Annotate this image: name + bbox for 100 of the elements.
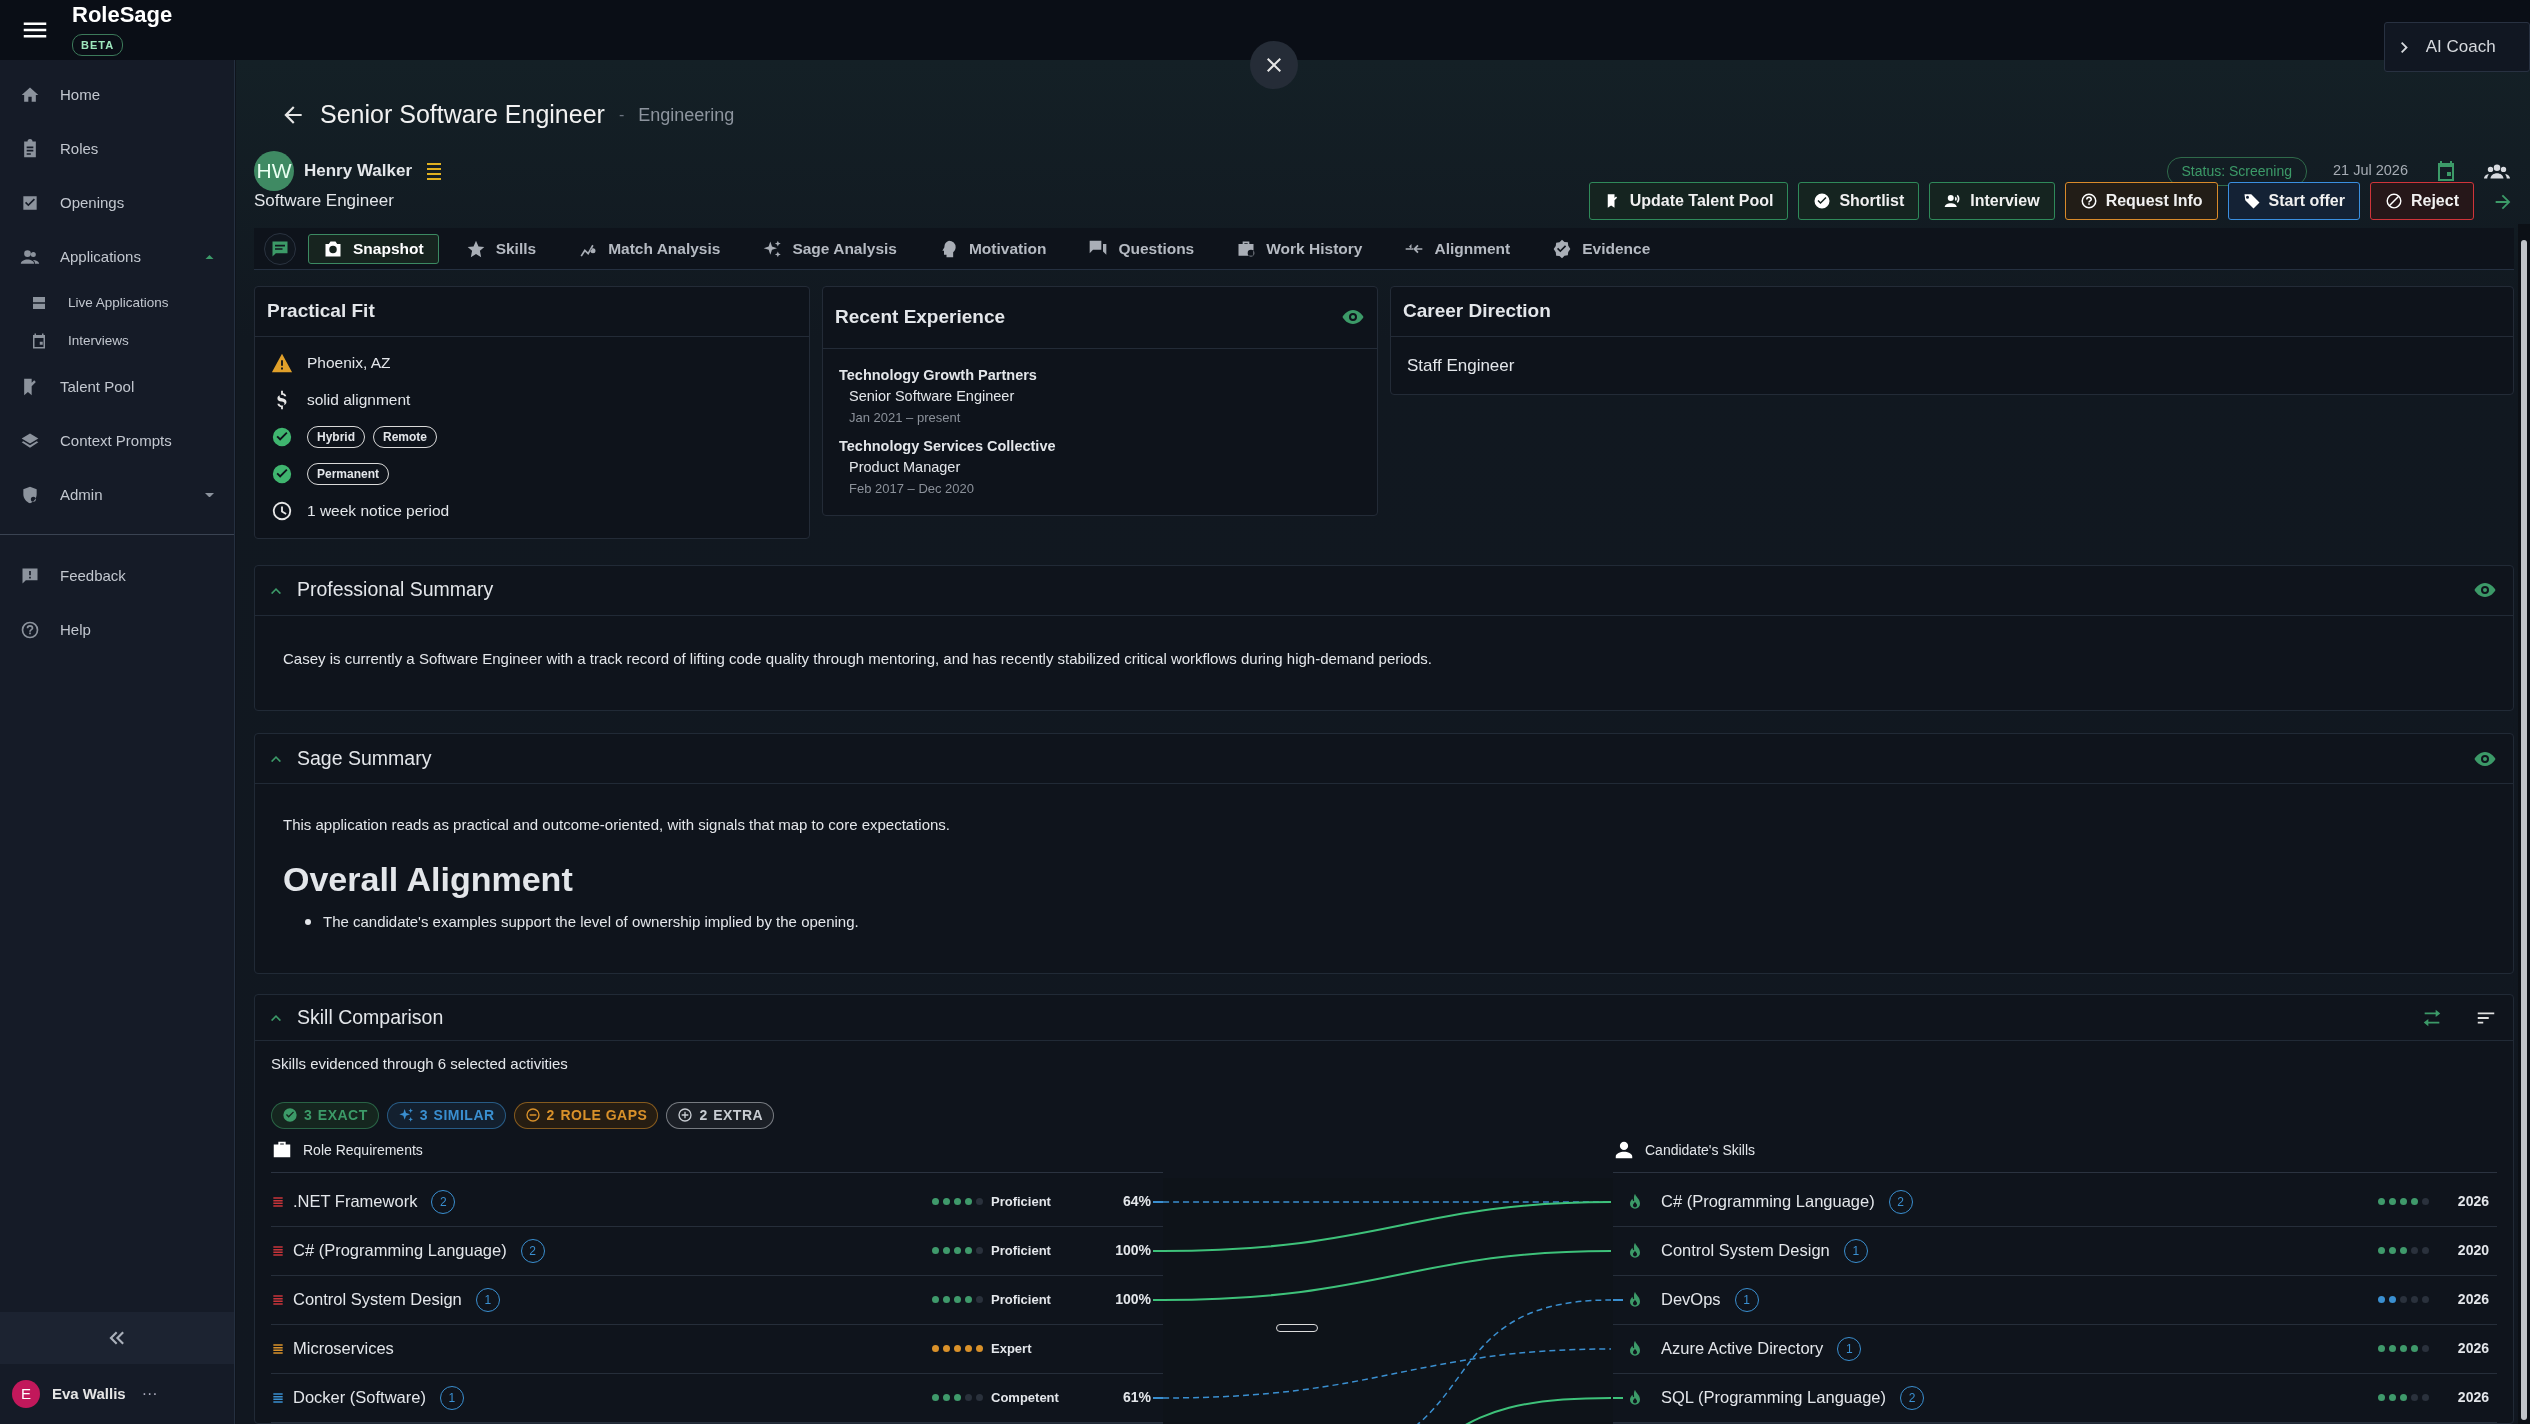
- ai-coach-button[interactable]: AI Coach: [2384, 22, 2530, 72]
- chip-icon: [524, 1107, 541, 1123]
- department-label: Engineering: [638, 103, 735, 127]
- job-title: Product Manager: [848, 458, 962, 478]
- chip-icon: [677, 1107, 694, 1123]
- skill-name: C# (Programming Language): [1661, 1191, 1875, 1213]
- chat-button[interactable]: [264, 232, 296, 265]
- match-percent: 100%: [1114, 1241, 1151, 1260]
- section-title: Skill Comparison: [297, 1004, 444, 1030]
- tab[interactable]: Evidence: [1537, 233, 1666, 264]
- action-button[interactable]: Reject: [2369, 182, 2474, 220]
- job-title: Senior Software Engineer: [848, 387, 1016, 407]
- job-dates: Jan 2021 – present: [848, 409, 962, 427]
- match-percent: 61%: [1121, 1388, 1151, 1407]
- tab[interactable]: Snapshot: [308, 233, 439, 264]
- nav-icon: [20, 247, 40, 267]
- summary-text: This application reads as practical and outcome-oriented, with signals that map to core expectations.: [283, 815, 952, 835]
- check-icon: [271, 426, 293, 448]
- warning-icon: [271, 352, 293, 374]
- skill-year: 2026: [2456, 1339, 2489, 1358]
- user-avatar: E: [12, 1380, 40, 1408]
- skill-name: .NET Framework: [293, 1191, 418, 1213]
- section-title: Professional Summary: [297, 577, 494, 603]
- sidebar-item[interactable]: Home: [0, 68, 234, 122]
- level-label: Expert: [991, 1339, 1033, 1358]
- current-title: Software Engineer: [254, 190, 394, 213]
- sidebar-item[interactable]: Applications: [0, 230, 234, 284]
- drag-handle[interactable]: [1276, 1323, 1318, 1332]
- summary-heading: Overall Alignment: [283, 858, 574, 900]
- sidebar-item[interactable]: Admin: [0, 468, 234, 522]
- skill-name: Control System Design: [1661, 1240, 1830, 1262]
- priority-icon: [271, 1194, 285, 1209]
- tab[interactable]: Motivation: [923, 233, 1062, 264]
- tab-icon: [762, 238, 783, 259]
- fit-text: 1 week notice period: [307, 501, 450, 522]
- skill-name: DevOps: [1661, 1289, 1721, 1311]
- action-icon: [2384, 192, 2403, 210]
- candidate-name: Henry Walker: [304, 160, 413, 183]
- user-name: Eva Wallis: [52, 1383, 126, 1404]
- match-percent: 64%: [1121, 1192, 1151, 1211]
- bullet-icon: [305, 918, 311, 925]
- tab[interactable]: Skills: [450, 233, 552, 264]
- action-button[interactable]: Interview: [1929, 182, 2055, 220]
- nav-icon: [30, 332, 48, 350]
- sidebar-item[interactable]: Help: [0, 603, 234, 657]
- priority-icon: [271, 1243, 285, 1258]
- sidebar-item[interactable]: Openings: [0, 176, 234, 230]
- skill-name: Control System Design: [293, 1289, 462, 1311]
- filter-chip[interactable]: 2 EXTRA: [666, 1101, 775, 1129]
- skill-name: C# (Programming Language): [293, 1240, 507, 1262]
- scrollbar[interactable]: [2518, 224, 2530, 1424]
- filter-chip[interactable]: 3 SIMILAR: [386, 1101, 506, 1129]
- nav-icon: [20, 85, 40, 105]
- fit-text: solid alignment: [307, 390, 411, 411]
- tab[interactable]: Match Analysis: [563, 233, 736, 264]
- sidebar-item[interactable]: Feedback: [0, 549, 234, 603]
- skill-name: Docker (Software): [293, 1387, 426, 1409]
- chevron-icon: [271, 587, 281, 594]
- tab[interactable]: Alignment: [1389, 233, 1526, 264]
- candidate-avatar: HW: [254, 151, 294, 191]
- skill-year: 2020: [2456, 1241, 2489, 1260]
- card-title: Career Direction: [1391, 287, 2513, 337]
- chevron-icon: [271, 756, 281, 763]
- skill-year: 2026: [2456, 1192, 2489, 1211]
- nav-icon: [20, 485, 40, 505]
- level-label: Competent: [991, 1388, 1060, 1407]
- career-text: Staff Engineer: [1406, 354, 1516, 377]
- sidebar-item[interactable]: Talent Pool: [0, 360, 234, 414]
- tab[interactable]: Questions: [1073, 233, 1210, 264]
- sidebar-item[interactable]: Context Prompts: [0, 414, 234, 468]
- skill-name: Azure Active Directory: [1661, 1338, 1824, 1360]
- nav-icon: [20, 193, 40, 213]
- skill-name: Microservices: [293, 1338, 394, 1360]
- chip-icon: [397, 1107, 414, 1123]
- sidebar-item[interactable]: Roles: [0, 122, 234, 176]
- match-percent: 100%: [1114, 1290, 1151, 1309]
- company-name: Technology Services Collective: [839, 436, 1057, 456]
- nav-icon: [30, 294, 48, 312]
- check-icon: [271, 463, 293, 485]
- level-label: Proficient: [991, 1192, 1052, 1211]
- action-button[interactable]: Start offer: [2227, 182, 2360, 220]
- filter-chip[interactable]: 3 EXACT: [271, 1101, 379, 1129]
- action-button[interactable]: Request Info: [2064, 182, 2218, 220]
- action-icon: [2079, 192, 2098, 210]
- priority-icon: [271, 1292, 285, 1307]
- beta-badge: BETA: [72, 33, 124, 57]
- skill-year: 2026: [2456, 1290, 2489, 1309]
- tab[interactable]: Work History: [1221, 233, 1378, 264]
- company-name: Technology Growth Partners: [839, 365, 1038, 385]
- sidebar-subitem[interactable]: Interviews: [0, 322, 234, 360]
- filter-chip[interactable]: 2 ROLE GAPS: [513, 1101, 659, 1129]
- clock-icon: [271, 500, 293, 522]
- more-button[interactable]: ···: [141, 1382, 158, 1406]
- tab[interactable]: Sage Analysis: [747, 233, 912, 264]
- action-button[interactable]: Shortlist: [1798, 182, 1920, 220]
- page-title: Senior Software Engineer: [320, 99, 605, 131]
- summary-text: Casey is currently a Software Engineer with a track record of lifting code quality through mentoring, and has recently stabilized critical workflows during high-demand periods.: [283, 648, 1433, 669]
- action-button[interactable]: Update Talent Pool: [1588, 182, 1789, 220]
- sidebar-subitem[interactable]: Live Applications: [0, 284, 234, 322]
- section-title: Sage Summary: [297, 745, 432, 771]
